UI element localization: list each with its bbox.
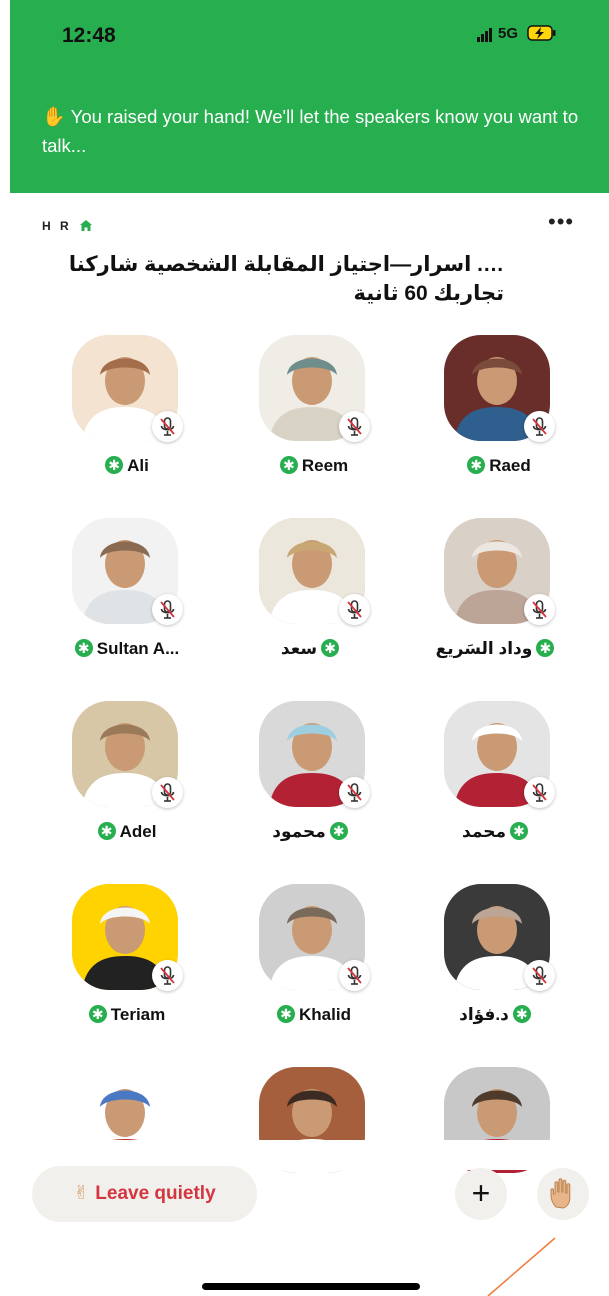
home-indicator[interactable] <box>202 1283 420 1290</box>
moderator-badge-icon <box>510 822 528 840</box>
muted-mic-icon <box>152 960 183 991</box>
speaker-name: Raed <box>412 456 582 476</box>
speaker-name: د.فؤاد <box>412 1005 582 1025</box>
muted-mic-icon <box>152 777 183 808</box>
muted-mic-icon <box>339 960 370 991</box>
speaker-name-text: Khalid <box>299 1005 351 1024</box>
moderator-badge-icon <box>512 1005 531 1023</box>
annotation-arrow <box>487 1237 556 1296</box>
speaker-tile[interactable]: Raed <box>412 335 582 495</box>
battery-charging-icon <box>527 25 556 41</box>
speaker-tile[interactable]: وداد السَريع <box>412 518 582 678</box>
speaker-tile[interactable]: Teriam <box>40 884 210 1044</box>
more-options-button[interactable]: ••• <box>548 210 574 234</box>
signal-bars-icon <box>477 25 493 42</box>
speaker-name-text: Teriam <box>110 1005 166 1024</box>
muted-mic-icon <box>524 777 555 808</box>
network-type: 5G <box>498 25 519 42</box>
muted-mic-icon <box>339 777 370 808</box>
speaker-name-text: Reem <box>301 456 349 475</box>
speaker-name: Adel <box>40 822 210 842</box>
speaker-name-text: Raed <box>489 456 531 475</box>
room-title: …. اسرار—اجتياز المقابلة الشخصية شاركنا … <box>68 253 504 305</box>
speaker-tile[interactable]: Khalid <box>227 884 397 1044</box>
peace-icon: ✌ <box>73 1183 90 1204</box>
banner-text: You raised your hand! We'll let the spea… <box>42 106 579 156</box>
signal-indicator: 5G <box>477 25 557 42</box>
raised-hand-icon: ✋ <box>42 107 66 128</box>
leave-label: Leave quietly <box>95 1183 216 1204</box>
speaker-tile[interactable]: Sultan A... <box>40 518 210 678</box>
speaker-tile[interactable]: Reem <box>227 335 397 495</box>
status-time: 12:48 <box>62 24 116 47</box>
speaker-name-text: وداد السَريع <box>435 639 533 658</box>
moderator-badge-icon <box>88 1005 107 1023</box>
moderator-badge-icon <box>536 639 555 657</box>
speaker-name-text: Sultan A... <box>96 639 180 658</box>
speaker-name-text: د.فؤاد <box>459 1005 509 1024</box>
speaker-tile[interactable]: محمود <box>227 701 397 861</box>
club-label[interactable]: H R <box>42 219 93 233</box>
speaker-name-text: Adel <box>119 822 157 841</box>
speaker-name-text: سعد <box>280 639 318 658</box>
raised-hand-icon <box>550 1177 571 1209</box>
status-bar: 12:48 5G <box>10 0 609 58</box>
moderator-badge-icon <box>74 639 93 657</box>
speaker-name: Ali <box>40 456 210 476</box>
banner-message: ✋ You raised your hand! We'll let the spe… <box>42 103 587 160</box>
moderator-badge-icon <box>279 456 298 474</box>
house-icon <box>80 220 93 231</box>
muted-mic-icon <box>152 594 183 625</box>
muted-mic-icon <box>524 411 555 442</box>
speaker-name-text: Ali <box>127 456 149 475</box>
speaker-name: Khalid <box>227 1005 397 1025</box>
moderator-badge-icon <box>321 639 340 657</box>
speaker-name-text: محمود <box>272 822 326 841</box>
speaker-name: محمد <box>412 822 582 842</box>
speaker-name: Sultan A... <box>40 639 210 659</box>
raised-hand-banner[interactable]: ✋ You raised your hand! We'll let the spe… <box>10 58 609 193</box>
speaker-tile[interactable]: سعد <box>227 518 397 678</box>
speaker-name: محمود <box>227 822 397 842</box>
speaker-tile[interactable]: د.فؤاد <box>412 884 582 1044</box>
moderator-badge-icon <box>97 822 116 840</box>
raise-hand-button[interactable] <box>537 1168 589 1220</box>
moderator-badge-icon <box>329 822 348 840</box>
muted-mic-icon <box>524 960 555 991</box>
speaker-name: Teriam <box>40 1005 210 1025</box>
add-button[interactable]: + <box>455 1168 507 1220</box>
club-name: H R <box>42 219 72 233</box>
speaker-tile[interactable]: محمد <box>412 701 582 861</box>
speaker-name: سعد <box>227 639 397 659</box>
speaker-name-text: محمد <box>462 822 506 841</box>
leave-quietly-button[interactable]: ✌ Leave quietly <box>32 1166 257 1222</box>
speaker-tile[interactable]: Adel <box>40 701 210 861</box>
muted-mic-icon <box>524 594 555 625</box>
moderator-badge-icon <box>277 1005 296 1023</box>
speaker-name: وداد السَريع <box>412 639 582 659</box>
speaker-name: Reem <box>227 456 397 476</box>
moderator-badge-icon <box>105 456 124 474</box>
speaker-tile[interactable]: Ali <box>40 335 210 495</box>
moderator-badge-icon <box>467 456 486 474</box>
muted-mic-icon <box>152 411 183 442</box>
muted-mic-icon <box>339 411 370 442</box>
muted-mic-icon <box>339 594 370 625</box>
